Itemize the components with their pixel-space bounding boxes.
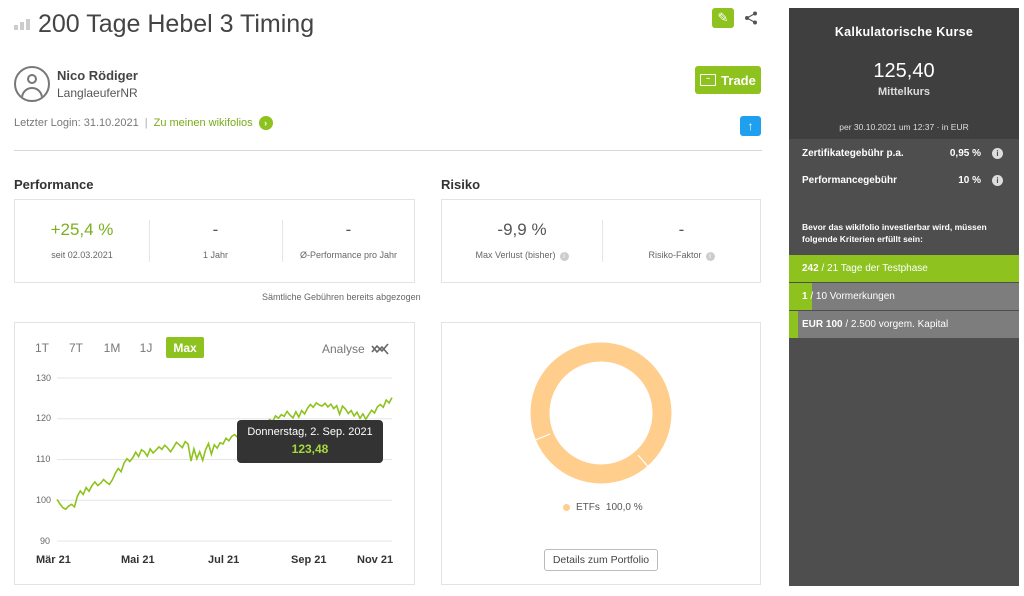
portfolio-donut[interactable] xyxy=(530,342,672,484)
metric-value: -9,9 % xyxy=(497,220,547,239)
legend-value: 100,0 % xyxy=(605,502,643,513)
criteria-note: Bevor das wikifolio investierbar wird, m… xyxy=(802,222,987,244)
panel-title: Kalkulatorische Kurse xyxy=(834,25,974,39)
info-icon[interactable]: i xyxy=(992,148,1003,159)
y-tick-label: 90 xyxy=(40,536,51,546)
trade-button[interactable]: ~ Trade xyxy=(695,66,761,94)
legend-dot xyxy=(563,504,570,511)
y-tick-label: 120 xyxy=(36,413,52,423)
fee-value: 0,95 % xyxy=(949,148,981,159)
price-date: per 30.10.2021 um 12:37 · in EUR xyxy=(839,122,969,132)
y-tick-label: 100 xyxy=(36,495,52,505)
metric-risk-factor: - Risiko-Faktor i xyxy=(602,200,761,282)
info-icon[interactable]: i xyxy=(559,252,569,261)
criteria-label: / 2.500 vorgem. Kapital xyxy=(842,319,949,330)
risk-heading: Risiko xyxy=(441,177,481,192)
legend-label: ETFs xyxy=(576,502,600,513)
risk-card: -9,9 % Max Verlust (bisher) i - Risiko-Fa… xyxy=(441,199,761,283)
pencil-icon[interactable]: ✎ xyxy=(712,8,734,28)
chart-board-icon: ~ xyxy=(700,74,717,86)
info-icon[interactable]: i xyxy=(705,252,715,261)
criteria-value: 242 xyxy=(802,263,819,274)
trade-button-label: Trade xyxy=(721,72,756,88)
chart-tooltip: Donnerstag, 2. Sep. 2021 123,48 xyxy=(237,420,383,463)
metric-label: Max Verlust (bisher) xyxy=(475,250,556,260)
metric-value: - xyxy=(678,220,685,239)
criteria-label: / 10 Vormerkungen xyxy=(807,291,895,302)
fee-label: Zertifikategebühr p.a. xyxy=(802,148,904,159)
donut-slice-etfs[interactable] xyxy=(530,342,672,484)
y-tick-label: 130 xyxy=(36,373,52,383)
criteria-label: / 21 Tage der Testphase xyxy=(818,263,928,274)
mid-price-label: Mittelkurs xyxy=(878,86,930,98)
mid-price: 125,40 xyxy=(873,60,935,82)
price-panel: Kalkulatorische Kurse 125,40 Mittelkurs … xyxy=(789,8,1019,586)
y-tick-label: 110 xyxy=(36,454,51,464)
fee-row: Performancegebühr 10 % i xyxy=(789,167,1019,193)
performance-chart[interactable] xyxy=(0,0,430,596)
portfolio-details-button[interactable]: Details zum Portfolio xyxy=(544,549,658,571)
criteria-progress xyxy=(789,311,799,338)
x-tick-label: Mai 21 xyxy=(121,554,155,566)
criteria-testphase: 242 / 21 Tage der Testphase xyxy=(789,255,1019,282)
fee-row: Zertifikategebühr p.a. 0,95 % i xyxy=(789,140,1019,166)
x-tick-label: Nov 21 xyxy=(357,554,394,566)
portfolio-legend: ETFs 100,0 % xyxy=(563,502,643,513)
info-icon[interactable]: i xyxy=(992,175,1003,186)
arrow-up-icon[interactable]: ↑ xyxy=(740,116,761,136)
criteria-capital: EUR 100 / 2.500 vorgem. Kapital xyxy=(789,311,1019,338)
criteria-vormerkungen: 1 / 10 Vormerkungen xyxy=(789,283,1019,310)
criteria-value: EUR 100 xyxy=(802,319,843,330)
x-tick-label: Mär 21 xyxy=(36,554,71,566)
fee-value: 10 % xyxy=(958,175,981,186)
share-icon[interactable] xyxy=(742,8,760,28)
tooltip-date: Donnerstag, 2. Sep. 2021 xyxy=(247,426,373,438)
tooltip-value: 123,48 xyxy=(291,442,329,456)
metric-label: Risiko-Faktor xyxy=(648,250,702,260)
x-tick-label: Sep 21 xyxy=(291,554,327,566)
fee-label: Performancegebühr xyxy=(802,175,898,186)
metric-max-loss: -9,9 % Max Verlust (bisher) i xyxy=(442,200,602,282)
x-tick-label: Jul 21 xyxy=(208,554,240,566)
